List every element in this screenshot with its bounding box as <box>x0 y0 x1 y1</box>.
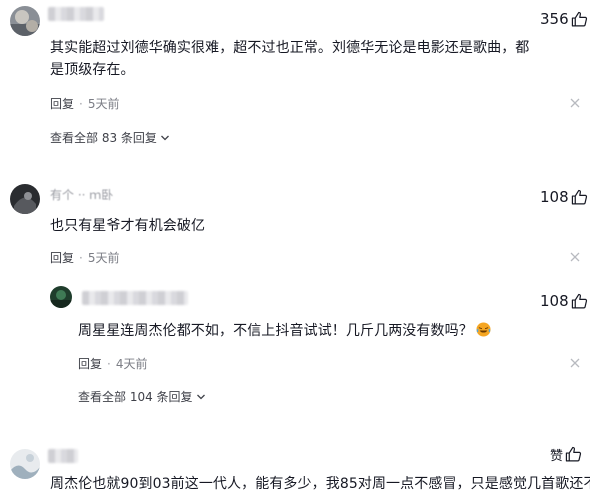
username-blurred[interactable] <box>48 449 78 463</box>
meta-separator: · <box>79 96 83 111</box>
avatar[interactable] <box>10 449 40 479</box>
thumb-up-icon <box>565 446 582 462</box>
reply-meta: 回复 · 4天前 <box>78 355 147 372</box>
like-button[interactable]: 赞 <box>550 445 582 464</box>
like-count: 108 <box>540 188 569 206</box>
avatar[interactable] <box>10 184 40 214</box>
comment-2: 有个 ·· ｍ卧 108 也只有星爷才有机会破亿 回复 · 5天前 108 周星… <box>0 170 600 440</box>
avatar[interactable] <box>50 286 72 308</box>
comment-meta: 回复 · 5天前 <box>50 95 119 112</box>
like-label: 赞 <box>550 449 564 464</box>
like-count: 108 <box>540 292 569 310</box>
like-button[interactable]: 108 <box>540 292 588 310</box>
comment-1: 356 其实能超过刘德华确实很难，超不过也正常。刘德华无论是电影还是歌曲，都是顶… <box>0 0 600 160</box>
meta-separator: · <box>79 250 83 265</box>
comment-meta: 回复 · 5天前 <box>50 249 119 266</box>
comment-text: 周杰伦也就90到03前这一代人，能有多少，我85对周一点不感冒，只是感觉几首歌还… <box>50 476 590 492</box>
username[interactable]: 有个 ·· ｍ卧 <box>50 186 113 203</box>
reply-text: 周星星连周杰伦都不如，不信上抖音试试！几斤几两没有数吗？ <box>78 320 538 342</box>
like-button[interactable]: 108 <box>540 188 588 206</box>
comment-time: 5天前 <box>87 251 120 265</box>
meta-separator: · <box>107 356 111 371</box>
reply-time: 4天前 <box>115 357 148 371</box>
reply-text-content: 周星星连周杰伦都不如，不信上抖音试试！几斤几两没有数吗？ <box>78 323 473 339</box>
thumb-up-icon <box>571 293 587 308</box>
reply-button[interactable]: 回复 <box>50 95 74 112</box>
like-button[interactable]: 356 <box>540 10 588 28</box>
like-count: 356 <box>540 10 569 28</box>
expand-replies-button[interactable]: 查看全部 104 条回复 <box>78 388 206 405</box>
comment-3: 赞 周杰伦也就90到03前这一代人，能有多少，我85对周一点不感冒，只是感觉几首… <box>0 440 600 492</box>
expand-replies-label: 查看全部 104 条回复 <box>78 390 193 404</box>
comment-text: 其实能超过刘德华确实很难，超不过也正常。刘德华无论是电影还是歌曲，都是顶级存在。 <box>50 40 530 78</box>
comment-time: 5天前 <box>87 97 120 111</box>
laugh-cry-emoji <box>476 322 491 337</box>
reply-button[interactable]: 回复 <box>78 355 102 372</box>
username-blurred[interactable] <box>48 7 104 21</box>
chevron-down-icon <box>160 135 169 140</box>
chevron-down-icon <box>196 394 205 399</box>
close-icon[interactable] <box>570 358 580 368</box>
thumb-up-icon <box>571 11 587 26</box>
reply-button[interactable]: 回复 <box>50 249 74 266</box>
avatar[interactable] <box>10 6 40 36</box>
username-blurred[interactable] <box>82 291 188 305</box>
thumb-up-icon <box>571 189 587 204</box>
close-icon[interactable] <box>570 98 580 108</box>
expand-replies-button[interactable]: 查看全部 83 条回复 <box>50 129 170 146</box>
comment-text: 也只有星爷才有机会破亿 <box>50 218 206 234</box>
expand-replies-label: 查看全部 83 条回复 <box>50 131 157 145</box>
close-icon[interactable] <box>570 252 580 262</box>
